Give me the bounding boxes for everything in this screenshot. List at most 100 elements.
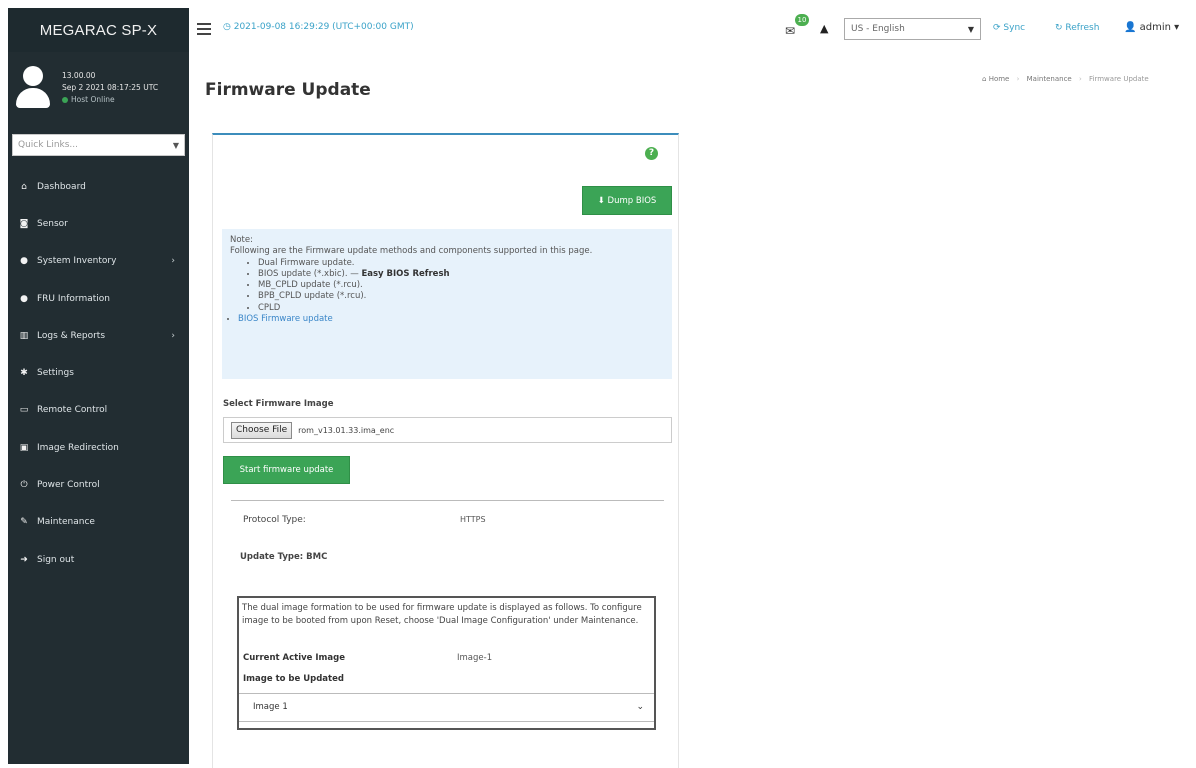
sidebar-item-dashboard[interactable]: ⌂ Dashboard xyxy=(8,168,189,205)
sidebar-item-label: Remote Control xyxy=(37,405,108,416)
home-icon: ⌂ xyxy=(982,75,987,83)
protocol-type-value: HTTPS xyxy=(460,515,486,524)
sidebar-item-label: Sign out xyxy=(37,554,75,565)
online-dot-icon xyxy=(62,97,68,103)
dump-bios-label: Dump BIOS xyxy=(607,195,657,206)
server-datetime-text: 2021-09-08 16:29:29 (UTC+00:00 GMT) xyxy=(233,22,414,32)
dual-image-box: The dual image formation to be used for … xyxy=(237,596,656,730)
breadcrumb-current: Firmware Update xyxy=(1089,75,1149,83)
sidebar-item-system-inventory[interactable]: ● System Inventory › xyxy=(8,243,189,280)
user-name: 13.00.00 xyxy=(62,71,96,80)
firmware-file-input[interactable]: Choose File rom_v13.01.33.ima_enc xyxy=(223,417,672,443)
sidebar-item-label: Settings xyxy=(37,368,74,379)
chevron-down-icon: ⌄ xyxy=(636,702,644,712)
brand-logo[interactable]: MEGARAC SP-X xyxy=(8,8,189,52)
note-item: Dual Firmware update. xyxy=(258,258,664,269)
sidebar: MEGARAC SP-X 13.00.00 Sep 2 2021 08:17:2… xyxy=(8,8,189,764)
image-to-update-select[interactable]: Image 1 ⌄ xyxy=(239,693,654,722)
quick-links-select[interactable]: Quick Links... ▼ xyxy=(12,134,185,156)
sidebar-item-label: Dashboard xyxy=(37,181,86,192)
warning-icon[interactable]: ▲ xyxy=(820,22,828,35)
sidebar-item-label: Logs & Reports xyxy=(37,330,106,341)
chevron-down-icon: ▼ xyxy=(172,140,179,150)
sidebar-item-sensor[interactable]: ◙ Sensor xyxy=(8,205,189,242)
user-datetime: Sep 2 2021 08:17:25 UTC xyxy=(62,83,159,92)
sidebar-item-power-control[interactable]: ⏻ Power Control xyxy=(8,466,189,503)
sync-button[interactable]: ⟳ Sync xyxy=(993,23,1025,33)
protocol-type-label: Protocol Type: xyxy=(243,515,306,525)
language-value: US - English xyxy=(851,24,905,34)
gear-icon: ✱ xyxy=(20,368,28,379)
breadcrumb-home[interactable]: Home xyxy=(989,75,1010,83)
refresh-label: Refresh xyxy=(1065,23,1100,33)
avatar-icon xyxy=(14,66,52,110)
selected-file-name: rom_v13.01.33.ima_enc xyxy=(298,425,395,435)
sidebar-item-settings[interactable]: ✱ Settings xyxy=(8,354,189,391)
note-item-text: BIOS update (*.xbic). — xyxy=(258,268,359,279)
sensor-icon: ◙ xyxy=(19,218,29,229)
sidebar-item-label: Sensor xyxy=(37,218,68,229)
current-active-image-value: Image-1 xyxy=(457,653,493,663)
choose-file-button[interactable]: Choose File xyxy=(231,421,293,439)
divider xyxy=(231,500,664,501)
firmware-update-panel: ? ⬇ Dump BIOS Note: Following are the Fi… xyxy=(212,133,679,768)
image-select-value: Image 1 xyxy=(253,702,288,712)
quick-links-placeholder: Quick Links... xyxy=(18,140,79,150)
user-panel: 13.00.00 Sep 2 2021 08:17:25 UTC Host On… xyxy=(8,52,189,124)
bios-firmware-update-link[interactable]: BIOS Firmware update xyxy=(238,314,333,324)
sidebar-item-label: Maintenance xyxy=(37,517,95,528)
wrench-icon: ✎ xyxy=(20,517,28,528)
monitor-icon: ▭ xyxy=(19,405,29,416)
refresh-button[interactable]: ↻ Refresh xyxy=(1055,23,1099,33)
current-active-image-label: Current Active Image xyxy=(243,653,345,663)
info-icon: ● xyxy=(20,293,28,304)
user-menu[interactable]: 👤 admin ▾ xyxy=(1124,22,1179,33)
sidebar-item-sign-out[interactable]: ➜ Sign out xyxy=(8,541,189,578)
help-icon[interactable]: ? xyxy=(645,147,658,160)
note-item: BIOS update (*.xbic). — Easy BIOS Refres… xyxy=(258,269,664,280)
update-type: Update Type: BMC xyxy=(240,552,328,562)
chevron-down-icon: ▼ xyxy=(967,24,974,34)
breadcrumb-maintenance[interactable]: Maintenance xyxy=(1027,75,1072,83)
sidebar-item-fru-information[interactable]: ● FRU Information xyxy=(8,280,189,317)
language-select[interactable]: US - English ▼ xyxy=(844,18,981,40)
inventory-icon: ● xyxy=(20,256,28,267)
server-datetime: ◷ 2021-09-08 16:29:29 (UTC+00:00 GMT) xyxy=(223,22,414,32)
dual-image-description: The dual image formation to be used for … xyxy=(242,603,642,626)
user-info: 13.00.00 Sep 2 2021 08:17:25 UTC Host On… xyxy=(62,70,158,106)
note-item: CPLD xyxy=(258,303,664,314)
note-title: Note: xyxy=(230,235,253,245)
sync-label: Sync xyxy=(1003,23,1026,33)
notification-count-badge: 10 xyxy=(795,14,809,26)
dump-bios-button[interactable]: ⬇ Dump BIOS xyxy=(582,186,672,215)
chevron-right-icon: › xyxy=(171,256,175,267)
topbar: ◷ 2021-09-08 16:29:29 (UTC+00:00 GMT) ✉ … xyxy=(189,8,1196,52)
host-status: Host Online xyxy=(71,95,115,104)
menu-toggle-icon[interactable] xyxy=(197,23,211,35)
sidebar-item-label: System Inventory xyxy=(37,256,117,267)
page-title: Firmware Update xyxy=(205,80,371,100)
power-icon: ⏻ xyxy=(20,480,28,491)
sidebar-nav: ⌂ Dashboard ◙ Sensor ● System Inventory › ● FRU … xyxy=(8,168,189,578)
note-box: Note: Following are the Firmware update … xyxy=(222,229,672,379)
easy-bios-refresh-link[interactable]: Easy BIOS Refresh xyxy=(361,269,449,279)
user-menu-label: admin xyxy=(1139,22,1171,33)
chevron-right-icon: › xyxy=(171,330,175,341)
home-icon: ⌂ xyxy=(21,181,27,192)
note-item: BPB_CPLD update (*.rcu). xyxy=(258,291,664,302)
signout-icon: ➜ xyxy=(20,554,28,565)
breadcrumb: ⌂ Home › Maintenance › Firmware Update xyxy=(982,75,1149,83)
notifications-icon[interactable]: ✉ xyxy=(785,24,795,38)
note-intro: Following are the Firmware update method… xyxy=(230,246,593,257)
select-firmware-label: Select Firmware Image xyxy=(223,399,334,409)
sidebar-item-label: Power Control xyxy=(37,480,100,491)
sidebar-item-remote-control[interactable]: ▭ Remote Control xyxy=(8,392,189,429)
start-firmware-update-button[interactable]: Start firmware update xyxy=(223,456,350,484)
chart-icon: ▥ xyxy=(19,330,29,341)
media-icon: ▣ xyxy=(19,442,29,453)
sidebar-item-maintenance[interactable]: ✎ Maintenance xyxy=(8,504,189,541)
note-item: BIOS Firmware update xyxy=(238,314,664,325)
sidebar-item-label: Image Redirection xyxy=(37,442,119,453)
sidebar-item-image-redirection[interactable]: ▣ Image Redirection xyxy=(8,429,189,466)
sidebar-item-logs-reports[interactable]: ▥ Logs & Reports › xyxy=(8,317,189,354)
